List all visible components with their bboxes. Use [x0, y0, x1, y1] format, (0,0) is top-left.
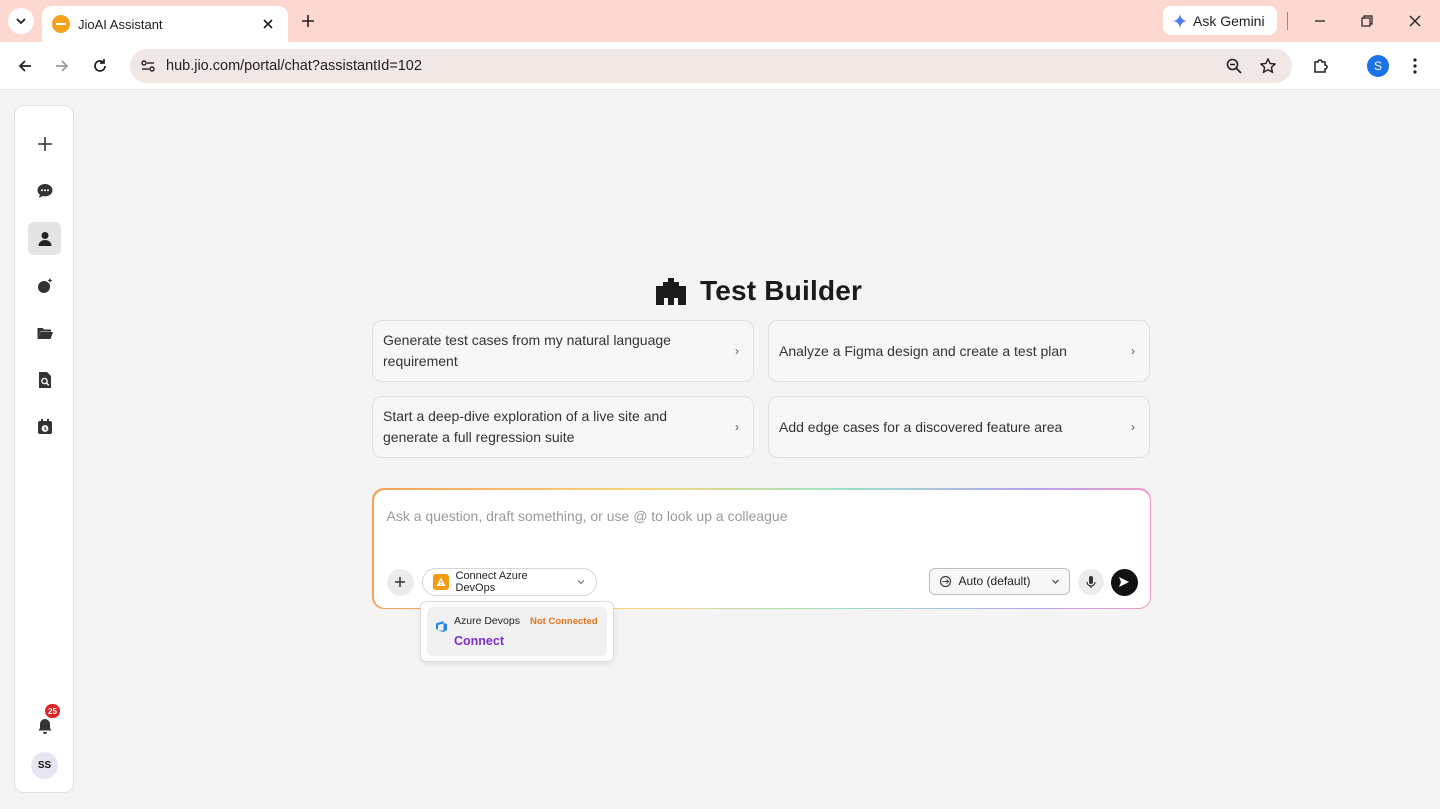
azure-devops-integration-item[interactable]: Azure Devops Not Connected Connect	[427, 607, 607, 656]
chevron-right-icon: ›	[735, 420, 739, 434]
suggestion-card-3[interactable]: Start a deep-dive exploration of a live …	[372, 396, 754, 458]
composer-body: Ask a question, draft something, or use …	[373, 489, 1150, 608]
forward-button[interactable]	[49, 53, 75, 79]
url-text: hub.jio.com/portal/chat?assistantId=102	[166, 58, 422, 74]
ask-gemini-button[interactable]: Ask Gemini	[1163, 6, 1277, 35]
chevron-right-icon: ›	[1131, 420, 1135, 434]
gemini-sparkle-icon	[1173, 13, 1187, 28]
close-window-button[interactable]	[1401, 8, 1429, 34]
ask-gemini-label: Ask Gemini	[1193, 12, 1265, 29]
reload-button[interactable]	[87, 53, 113, 79]
warning-icon	[432, 573, 449, 590]
auto-model-icon	[939, 575, 951, 587]
chat-composer: Ask a question, draft something, or use …	[372, 488, 1151, 609]
assistants-button[interactable]	[28, 222, 61, 255]
toolbar-divider	[1287, 12, 1288, 30]
suggestion-text: Generate test cases from my natural lang…	[383, 332, 671, 369]
chats-button[interactable]	[28, 174, 61, 207]
browser-profile-avatar[interactable]: S	[1367, 55, 1389, 77]
minimize-icon	[1315, 20, 1325, 22]
message-input[interactable]: Ask a question, draft something, or use …	[387, 508, 788, 524]
voice-input-button[interactable]	[1077, 568, 1104, 595]
jioai-favicon-icon	[52, 15, 70, 33]
zoom-icon[interactable]	[1222, 54, 1246, 78]
address-bar[interactable]: hub.jio.com/portal/chat?assistantId=102	[130, 49, 1292, 83]
send-arrow-icon	[1119, 577, 1129, 587]
suggestion-text: Start a deep-dive exploration of a live …	[383, 408, 668, 445]
back-button[interactable]	[12, 53, 38, 79]
explore-button[interactable]	[28, 269, 61, 302]
plus-icon	[395, 577, 405, 587]
plus-icon	[37, 136, 52, 151]
puzzle-icon	[1314, 59, 1328, 73]
model-select-value: Auto (default)	[958, 574, 1031, 588]
folder-open-icon	[37, 327, 53, 339]
browser-tabstrip: JioAI Assistant Ask Gemini	[0, 0, 1440, 42]
new-chat-button[interactable]	[28, 127, 61, 160]
tab-search-button[interactable]	[8, 8, 34, 34]
more-vertical-icon	[1413, 58, 1417, 74]
bell-icon	[38, 718, 51, 734]
suggestion-text: Add edge cases for a discovered feature …	[779, 418, 1063, 435]
restore-icon	[1361, 15, 1373, 27]
calendar-clock-icon	[37, 418, 52, 434]
site-info-icon[interactable]	[136, 54, 160, 78]
chevron-right-icon: ›	[1131, 344, 1135, 358]
model-select[interactable]: Auto (default)	[928, 567, 1070, 595]
user-icon	[38, 231, 51, 246]
app-sidebar: 25 SS	[14, 105, 74, 793]
arrow-right-icon	[56, 60, 69, 72]
connect-azure-devops-button[interactable]: Connect Azure DevOps	[421, 567, 597, 596]
user-avatar[interactable]: SS	[31, 752, 58, 779]
suggestion-card-2[interactable]: Analyze a Figma design and create a test…	[768, 320, 1150, 382]
plus-icon	[302, 15, 314, 27]
chevron-down-icon	[577, 579, 584, 584]
suggestion-card-4[interactable]: Add edge cases for a discovered feature …	[768, 396, 1150, 458]
chevron-right-icon: ›	[735, 344, 739, 358]
arrow-left-icon	[18, 60, 31, 72]
browser-toolbar: hub.jio.com/portal/chat?assistantId=102 …	[0, 42, 1440, 90]
schedule-button[interactable]	[28, 410, 61, 443]
connect-link[interactable]: Connect	[454, 634, 504, 648]
browser-tab-active[interactable]: JioAI Assistant	[42, 6, 288, 42]
new-tab-button[interactable]	[296, 9, 320, 33]
send-button[interactable]	[1110, 568, 1138, 596]
minimize-window-button[interactable]	[1306, 8, 1334, 34]
bookmark-star-icon[interactable]	[1256, 54, 1280, 78]
notification-count-badge: 25	[45, 704, 60, 718]
browser-menu-button[interactable]	[1402, 53, 1428, 79]
chevron-down-icon	[16, 18, 26, 25]
suggestion-text: Analyze a Figma design and create a test…	[779, 342, 1067, 359]
document-search-button[interactable]	[28, 363, 61, 396]
assistant-header: Test Builder	[654, 274, 862, 308]
attach-button[interactable]	[386, 568, 414, 596]
files-button[interactable]	[28, 316, 61, 349]
connection-status: Not Connected	[530, 616, 598, 627]
azure-devops-icon	[436, 621, 447, 632]
chevron-down-icon	[1051, 579, 1059, 584]
connect-chip-label: Connect Azure DevOps	[455, 569, 528, 594]
restore-window-button[interactable]	[1353, 8, 1381, 34]
integration-dropdown: Azure Devops Not Connected Connect	[420, 601, 614, 662]
extensions-button[interactable]	[1308, 53, 1334, 79]
chat-bubble-icon	[37, 183, 52, 198]
document-search-icon	[38, 371, 51, 388]
magic-blob-icon	[37, 277, 52, 293]
integration-name: Azure Devops	[454, 615, 520, 627]
tab-title: JioAI Assistant	[78, 16, 163, 32]
suggestion-card-1[interactable]: Generate test cases from my natural lang…	[372, 320, 754, 382]
close-icon	[1409, 15, 1421, 27]
page-title: Test Builder	[700, 275, 863, 306]
close-tab-icon[interactable]	[258, 14, 278, 34]
microphone-icon	[1085, 575, 1096, 588]
reload-icon	[94, 59, 106, 72]
test-builder-logo-icon	[656, 277, 686, 305]
